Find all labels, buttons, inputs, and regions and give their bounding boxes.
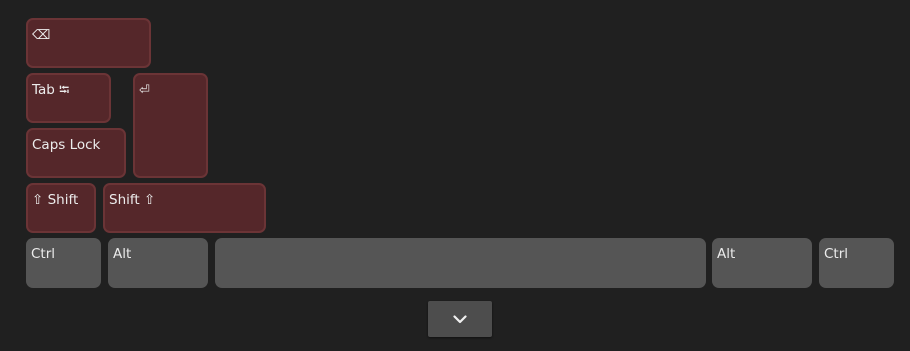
space-key[interactable] xyxy=(215,238,706,288)
right-shift-key[interactable]: Shift ⇧ xyxy=(103,183,266,233)
right-alt-key[interactable]: Alt xyxy=(712,238,812,288)
backspace-key[interactable]: ⌫ xyxy=(26,18,151,68)
collapse-keyboard-button[interactable] xyxy=(428,301,492,337)
left-ctrl-key-label: Ctrl xyxy=(31,246,56,262)
right-ctrl-key[interactable]: Ctrl xyxy=(819,238,894,288)
right-ctrl-key-label: Ctrl xyxy=(824,246,849,262)
tab-key[interactable]: Tab ⭾ xyxy=(26,73,111,123)
left-shift-key-label: ⇧ Shift xyxy=(32,192,79,208)
caps-lock-key-label: Caps Lock xyxy=(32,137,101,153)
left-ctrl-key[interactable]: Ctrl xyxy=(26,238,101,288)
enter-key[interactable]: ⏎ xyxy=(133,73,208,178)
left-alt-key-label: Alt xyxy=(113,246,132,262)
left-alt-key[interactable]: Alt xyxy=(108,238,208,288)
caps-lock-key[interactable]: Caps Lock xyxy=(26,128,126,178)
tab-key-label: Tab ⭾ xyxy=(32,82,70,98)
enter-icon: ⏎ xyxy=(139,83,150,98)
right-alt-key-label: Alt xyxy=(717,246,736,262)
chevron-down-icon xyxy=(453,314,467,323)
left-shift-key[interactable]: ⇧ Shift xyxy=(26,183,96,233)
backspace-icon: ⌫ xyxy=(32,28,51,43)
on-screen-keyboard: ⌫ Tab ⭾ ⏎ Caps Lock ⇧ Shift Shift ⇧ Ctrl… xyxy=(0,0,910,351)
right-shift-key-label: Shift ⇧ xyxy=(109,192,156,208)
